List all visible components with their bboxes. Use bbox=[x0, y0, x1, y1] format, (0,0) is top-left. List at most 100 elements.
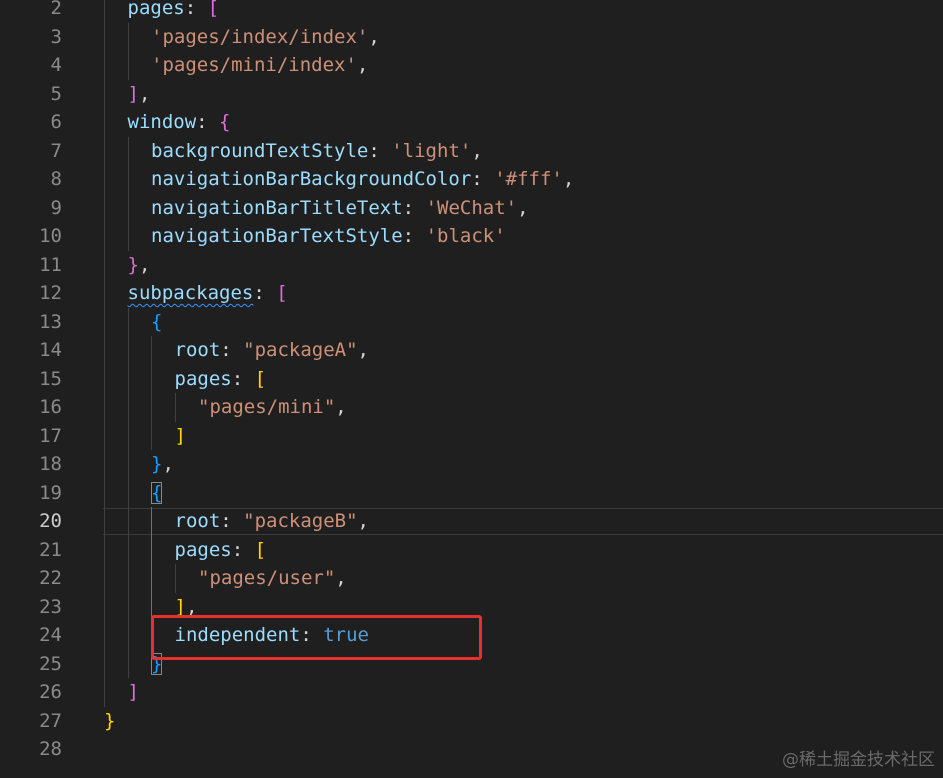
code-editor[interactable]: 2 pages: [3'pages/index/index', 4 'pages/mi… bbox=[0, 0, 943, 778]
code-token: : bbox=[402, 225, 426, 247]
line-number: 26 bbox=[39, 681, 62, 703]
code-token: "pages/mini" bbox=[198, 396, 336, 418]
code-line[interactable]: 20 root: "packageB", bbox=[0, 507, 943, 536]
code-token: , bbox=[335, 396, 347, 418]
code-text[interactable]: 'pages/index/index', bbox=[151, 23, 380, 52]
code-token: "pages/user" bbox=[198, 567, 336, 589]
code-token: , bbox=[357, 339, 369, 361]
line-number: 14 bbox=[39, 339, 62, 361]
code-line[interactable]: 13 { bbox=[0, 308, 943, 337]
code-token: , bbox=[368, 25, 380, 48]
code-text[interactable]: "pages/user", bbox=[198, 564, 347, 593]
line-number: 9 bbox=[50, 196, 62, 219]
line-number: 10 bbox=[39, 225, 62, 247]
code-token: root bbox=[174, 339, 221, 361]
code-line[interactable]: 19 { bbox=[0, 479, 943, 508]
code-text[interactable]: navigationBarTextStyle: 'black' bbox=[151, 222, 506, 251]
code-text[interactable]: { bbox=[151, 479, 163, 508]
indent-guide bbox=[151, 336, 152, 450]
code-line[interactable]: 26] bbox=[0, 678, 943, 707]
code-token: : bbox=[231, 367, 255, 390]
code-text[interactable]: root: "packageA", bbox=[175, 336, 370, 365]
code-text[interactable]: root: "packageB", bbox=[175, 507, 370, 536]
code-token: '#fff' bbox=[494, 168, 563, 190]
code-line[interactable]: 8 navigationBarBackgroundColor: '#fff', bbox=[0, 165, 943, 194]
code-text[interactable]: }, bbox=[151, 450, 174, 479]
code-token: "packageB" bbox=[243, 510, 358, 532]
code-token: navigationBarBackgroundColor bbox=[151, 168, 472, 190]
code-token: } bbox=[151, 453, 163, 475]
code-line[interactable]: 10 navigationBarTextStyle: 'black' bbox=[0, 222, 943, 251]
code-text[interactable]: ], bbox=[128, 80, 151, 109]
code-token: 'WeChat' bbox=[425, 196, 518, 219]
code-line[interactable]: 9 navigationBarTitleText: 'WeChat', bbox=[0, 194, 943, 223]
code-text[interactable]: pages: [ bbox=[128, 0, 220, 23]
code-line[interactable]: 16 "pages/mini", bbox=[0, 393, 943, 422]
code-token: [ bbox=[207, 0, 220, 19]
code-line[interactable]: 3 'pages/index/index', bbox=[0, 23, 943, 52]
code-line[interactable]: 2 pages: [ bbox=[0, 0, 943, 23]
code-text[interactable]: ] bbox=[128, 678, 139, 707]
line-number: 8 bbox=[50, 168, 62, 190]
code-token: , bbox=[357, 510, 369, 532]
code-line[interactable]: 15 pages: [ bbox=[0, 365, 943, 394]
line-number: 19 bbox=[39, 481, 62, 504]
code-token: , bbox=[356, 54, 369, 76]
code-line[interactable]: 18}, bbox=[0, 450, 943, 479]
code-text[interactable]: navigationBarBackgroundColor: '#fff', bbox=[151, 165, 574, 194]
code-text[interactable]: 'pages/mini/index', bbox=[151, 51, 368, 80]
code-text[interactable]: navigationBarTitleText: 'WeChat', bbox=[151, 194, 529, 223]
code-token: navigationBarTextStyle bbox=[151, 225, 403, 247]
code-token: : bbox=[196, 111, 220, 133]
indent-guide bbox=[127, 22, 129, 80]
code-token: root bbox=[174, 510, 221, 532]
code-token: : bbox=[253, 282, 277, 304]
line-number: 12 bbox=[39, 282, 62, 304]
code-text[interactable]: window: { bbox=[128, 108, 231, 137]
code-text[interactable]: pages: [ bbox=[175, 536, 267, 565]
code-line[interactable]: 12 subpackages: [ bbox=[0, 279, 943, 308]
code-token: : bbox=[471, 168, 495, 190]
code-line[interactable]: 14 root: "packageA", bbox=[0, 336, 943, 365]
line-number: 16 bbox=[39, 396, 62, 418]
line-number: 4 bbox=[50, 54, 62, 76]
code-token: : bbox=[220, 510, 244, 532]
code-token: pages bbox=[174, 367, 232, 390]
code-token: backgroundTextStyle bbox=[151, 139, 369, 162]
line-number: 17 bbox=[39, 424, 62, 447]
line-number: 24 bbox=[39, 624, 62, 646]
code-line[interactable]: 22 "pages/user", bbox=[0, 564, 943, 593]
line-number: 20 bbox=[39, 510, 62, 532]
code-line[interactable]: 5], bbox=[0, 80, 943, 109]
code-line[interactable]: 4 'pages/mini/index', bbox=[0, 51, 943, 80]
code-line[interactable]: 11}, bbox=[0, 251, 943, 280]
code-token: , bbox=[335, 567, 347, 589]
code-text[interactable]: "pages/mini", bbox=[198, 393, 347, 422]
code-text[interactable]: { bbox=[151, 308, 162, 337]
code-token: 'light' bbox=[391, 139, 472, 162]
code-line[interactable]: 7 backgroundTextStyle: 'light', bbox=[0, 137, 943, 166]
code-text[interactable]: }, bbox=[128, 251, 151, 280]
code-token: 'pages/mini/index' bbox=[151, 54, 357, 76]
code-line[interactable]: 21 pages: [ bbox=[0, 536, 943, 565]
code-text[interactable]: } bbox=[104, 707, 115, 736]
code-text[interactable]: pages: [ bbox=[175, 365, 267, 394]
line-number: 22 bbox=[39, 567, 62, 589]
code-token: } bbox=[104, 709, 116, 732]
code-token: , bbox=[517, 196, 529, 219]
line-number: 7 bbox=[50, 139, 62, 162]
line-number: 15 bbox=[39, 367, 62, 390]
code-line[interactable]: 27} bbox=[0, 707, 943, 736]
line-number: 27 bbox=[39, 709, 62, 732]
code-token: : bbox=[231, 538, 255, 561]
code-line[interactable]: 17] bbox=[0, 422, 943, 451]
code-line[interactable]: 6 window: { bbox=[0, 108, 943, 137]
code-text[interactable]: subpackages: [ bbox=[128, 279, 288, 308]
code-text[interactable]: backgroundTextStyle: 'light', bbox=[151, 137, 483, 166]
code-token: : bbox=[220, 339, 244, 361]
code-token: : bbox=[402, 196, 426, 219]
line-number: 6 bbox=[50, 111, 62, 133]
code-token: ] bbox=[127, 82, 139, 105]
code-text[interactable]: ] bbox=[175, 422, 186, 451]
highlight-box bbox=[151, 615, 482, 660]
